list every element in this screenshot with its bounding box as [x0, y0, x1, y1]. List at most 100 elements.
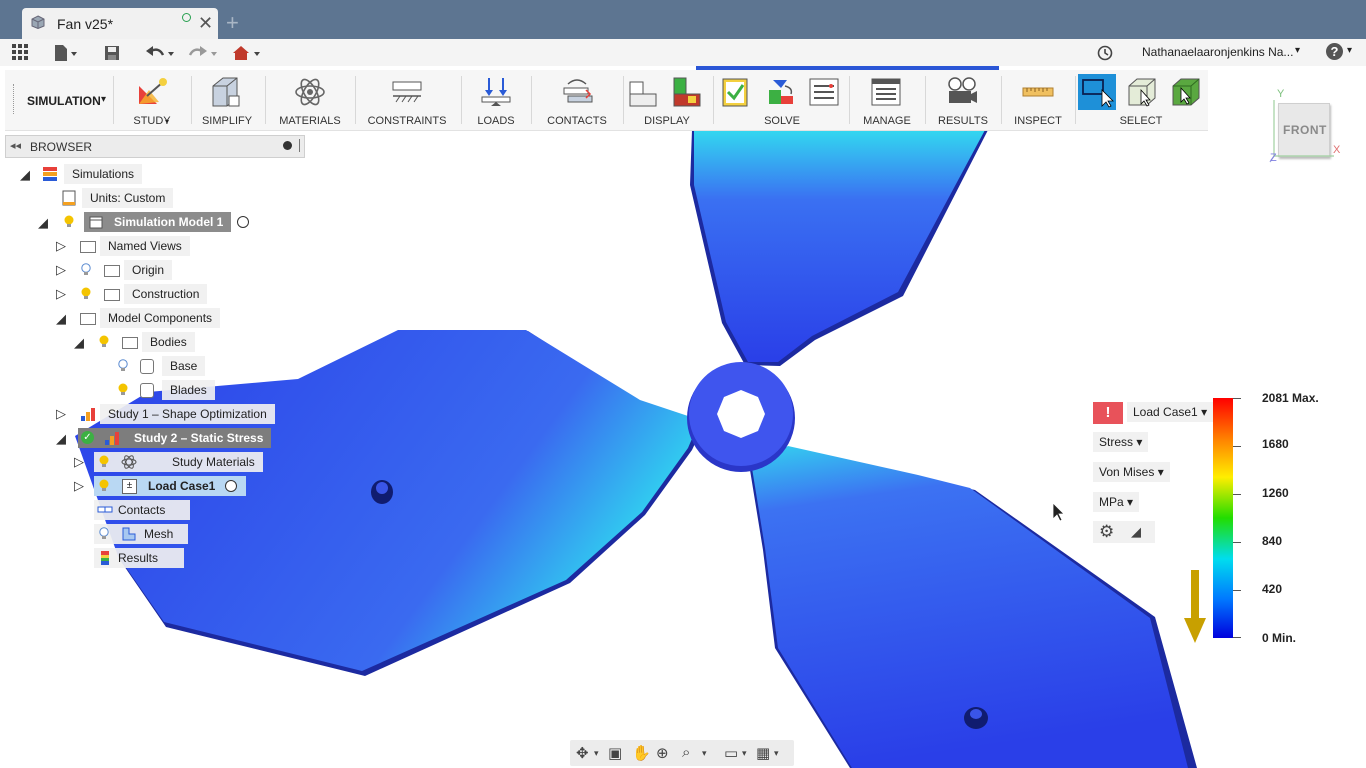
zoom-icon[interactable]: ⊕ — [656, 744, 669, 762]
legend-label: 840 — [1262, 534, 1283, 548]
window-select-tool[interactable] — [1078, 74, 1116, 110]
tree-label: Origin — [124, 260, 173, 280]
stress-color-bar — [1213, 398, 1233, 638]
simulation-icon — [43, 167, 57, 181]
collapse-browser-icon[interactable]: ◂◂ — [10, 139, 21, 152]
constraints-group[interactable]: CONSTRAINTS — [357, 70, 457, 130]
visibility-bulb-icon[interactable] — [64, 215, 74, 228]
display-menu-chevron-icon[interactable]: ▾ — [742, 748, 747, 759]
expand-arrow-icon[interactable]: ▷ — [56, 406, 66, 422]
visibility-bulb-icon[interactable] — [99, 455, 109, 468]
visibility-bulb-icon[interactable] — [99, 479, 109, 492]
display-lock-icon — [673, 77, 701, 107]
collapse-arrow-icon[interactable]: ◢ — [56, 311, 66, 327]
gear-icon[interactable]: ⚙ — [1099, 522, 1114, 542]
grid-menu-chevron-icon[interactable]: ▾ — [774, 748, 779, 759]
expand-arrow-icon[interactable]: ▷ — [56, 262, 66, 278]
document-tab[interactable]: Fan v25* ✕ — [22, 8, 218, 39]
expand-arrow-icon[interactable]: ▷ — [56, 238, 66, 254]
new-tab-icon[interactable]: + — [226, 12, 246, 34]
manage-label: MANAGE — [863, 115, 911, 127]
study-group[interactable]: STUDY — [117, 70, 187, 130]
solve-details-icon — [809, 78, 839, 106]
cube-icon — [31, 15, 45, 29]
collapse-arrow-icon[interactable]: ◢ — [56, 431, 66, 447]
solve-group[interactable]: SOLVE — [717, 70, 847, 130]
constraints-label: CONSTRAINTS — [367, 115, 447, 127]
manage-group[interactable]: MANAGE — [851, 70, 923, 130]
ribbon-separator — [191, 76, 192, 124]
collapse-arrow-icon[interactable]: ◢ — [20, 167, 30, 183]
visibility-bulb-off-icon[interactable] — [118, 359, 128, 372]
contacts-group[interactable]: CONTACTS — [535, 70, 619, 130]
zoom-menu-chevron-icon[interactable]: ▾ — [702, 748, 707, 759]
data-panel-grid-icon[interactable] — [12, 43, 30, 63]
user-account-menu[interactable]: Nathanaelaaronjenkins Na... — [1142, 45, 1293, 59]
job-status-clock-icon[interactable] — [1097, 43, 1113, 63]
load-case-dropdown[interactable]: Load Case1 ▾ — [1127, 402, 1214, 422]
contacts-icon — [97, 506, 113, 513]
workspace-chevron-icon: ▾ — [101, 94, 107, 105]
criterion-dropdown[interactable]: Von Mises ▾ — [1093, 462, 1170, 482]
activate-radio-icon[interactable] — [225, 480, 237, 492]
file-menu-icon[interactable] — [54, 43, 78, 63]
simplify-group[interactable]: SIMPLIFY — [193, 70, 261, 130]
look-at-icon[interactable]: ▣ — [608, 744, 622, 762]
materials-group[interactable]: MATERIALS — [269, 70, 351, 130]
home-icon[interactable] — [232, 43, 262, 63]
ribbon-separator — [113, 76, 114, 124]
result-type-dropdown[interactable]: Stress ▾ — [1093, 432, 1149, 452]
ribbon-separator — [623, 76, 624, 124]
display-label: DISPLAY — [644, 115, 690, 127]
folder-icon — [104, 265, 120, 277]
results-camera-icon — [948, 77, 977, 103]
display-settings-icon[interactable]: ▭ — [724, 744, 738, 762]
browser-minimize-icon[interactable] — [283, 141, 292, 150]
workspace-switcher[interactable]: SIMULATION ▾ — [19, 92, 113, 112]
orbit-icon[interactable]: ✥ — [576, 744, 589, 762]
expand-arrow-icon[interactable]: ▷ — [74, 454, 84, 470]
visibility-bulb-icon[interactable] — [99, 335, 109, 348]
redo-icon[interactable] — [188, 43, 218, 63]
constraints-icon — [392, 81, 422, 103]
expand-arrow-icon[interactable]: ▷ — [74, 478, 84, 494]
help-icon[interactable]: ? — [1326, 43, 1343, 60]
visibility-bulb-icon[interactable] — [81, 287, 91, 300]
ribbon-separator — [531, 76, 532, 124]
collapse-arrow-icon[interactable]: ◢ — [38, 215, 48, 231]
collapse-arrow-icon[interactable]: ◢ — [74, 335, 84, 351]
pan-hand-icon[interactable]: ✋ — [632, 744, 651, 762]
folder-icon — [80, 241, 96, 253]
visibility-bulb-icon[interactable] — [118, 383, 128, 396]
inspect-group[interactable]: INSPECT — [1003, 70, 1073, 130]
orbit-menu-chevron-icon[interactable]: ▾ — [594, 748, 599, 759]
activate-radio-icon[interactable] — [237, 216, 249, 228]
close-tab-icon[interactable]: ✕ — [198, 13, 213, 34]
loads-label: LOADS — [477, 115, 515, 127]
select-group[interactable]: SELECT — [1077, 70, 1205, 130]
tree-label: Study Materials — [94, 452, 263, 472]
expand-arrow-icon[interactable]: ▷ — [56, 286, 66, 302]
pre-check-icon — [722, 78, 748, 107]
grid-settings-icon[interactable]: ▦ — [756, 744, 770, 762]
warning-icon[interactable]: ! — [1093, 402, 1123, 424]
results-group[interactable]: RESULTS — [927, 70, 999, 130]
folder-icon — [104, 289, 120, 301]
ribbon-grip[interactable] — [13, 84, 16, 114]
pin-left — [371, 480, 393, 504]
browser-resize-handle[interactable] — [299, 139, 301, 152]
unit-dropdown[interactable]: MPa ▾ — [1093, 492, 1140, 512]
loads-group[interactable]: LOADS — [465, 70, 527, 130]
loads-arrow-icon — [481, 78, 511, 106]
display-group[interactable]: DISPLAY — [625, 70, 709, 130]
user-menu-chevron-icon[interactable]: ▾ — [1295, 45, 1300, 56]
help-menu-chevron-icon[interactable]: ▾ — [1347, 45, 1352, 56]
visibility-bulb-off-icon[interactable] — [81, 263, 91, 276]
fit-zoom-icon[interactable]: ⌕ — [682, 744, 690, 761]
undo-icon[interactable] — [145, 43, 175, 63]
probe-icon[interactable]: ◢ — [1131, 524, 1141, 540]
save-icon[interactable] — [104, 43, 120, 63]
results-legend-icon — [101, 551, 109, 565]
chevron-down-icon: ▾ — [1127, 495, 1134, 509]
visibility-bulb-off-icon[interactable] — [99, 527, 109, 540]
